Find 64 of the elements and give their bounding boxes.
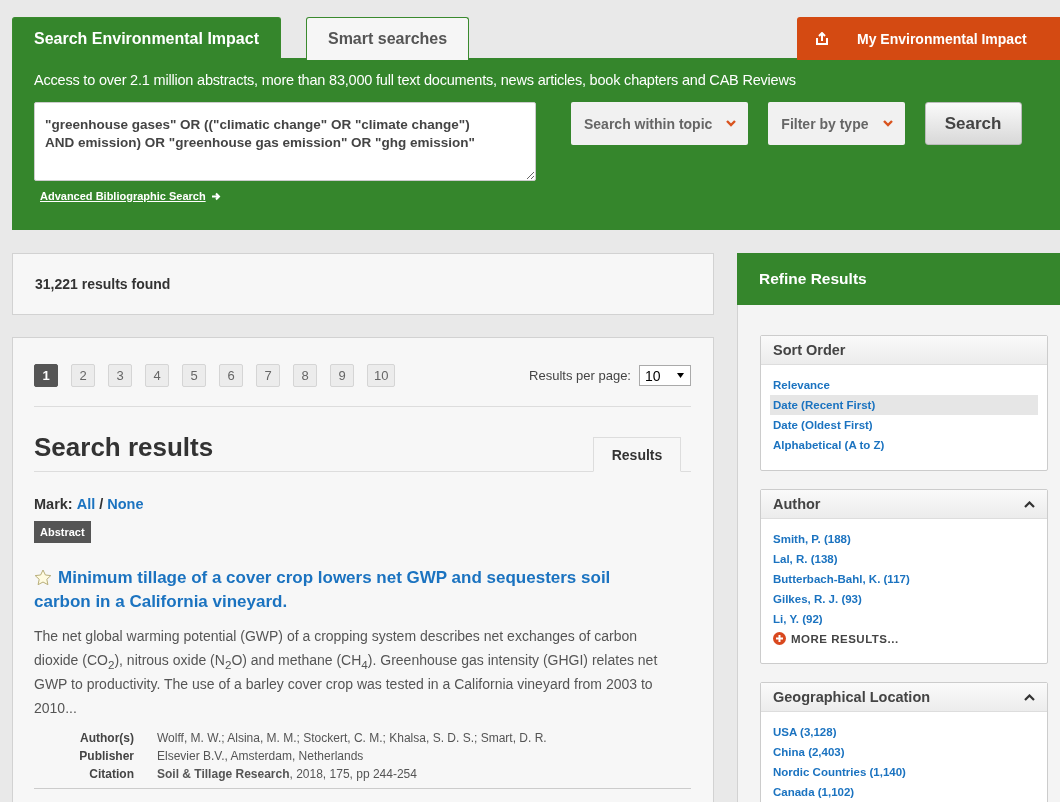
chevron-up-icon[interactable] [1024,500,1035,508]
caret-icon [726,119,737,128]
mark-none-link[interactable]: None [107,496,144,512]
field-label: Citation [88,767,134,781]
mark-label: Mark: [34,496,73,512]
sort-option[interactable]: Date (Recent First) [770,395,1038,415]
field-value: Soil & Tillage Research, 2018, 175, pp 244-254 [157,767,418,781]
page-button[interactable]: 1 [34,364,58,387]
advanced-search-link[interactable]: Advanced Bibliographic Search [40,190,206,202]
query-field[interactable]: "greenhouse gases" OR (("climatic change" OR "climate change") AND emission) OR "greenhouse gas emission" OR "ghg emission" [34,102,536,181]
results-count: 31,221 results found [35,276,171,292]
arrow-right-icon [211,191,221,201]
field-label: Author(s) [79,731,134,745]
abstract-tag: Abstract [34,521,91,543]
sort-option[interactable]: Date (Oldest First) [770,415,1038,435]
page-button[interactable]: 9 [330,364,354,387]
filter-title: Author [773,496,821,512]
caret-icon [882,119,893,128]
topic-select[interactable]: Search within topic [571,102,749,145]
facet-link[interactable]: Nordic Countries (1,140) [770,762,1038,782]
filter-title: Geographical Location [773,689,931,705]
facet-link[interactable]: Canada (1,102) [770,782,1038,802]
abstract-text: The net global warming potential (GWP) of a cropping system describes net exchanges of carbon dioxide (CO$_{2}$), nitrous oxide (N$_{2}$O) and methane (CH$_{4}$). Greenhouse gas intensity (GHGI) relates net GWP to productivity. The use of a barley cover crop was tested in a California vineyard from 2003 to 2010... [34,627,659,718]
more-results-link[interactable]: MORE RESULTS... [770,629,1038,648]
page-button[interactable]: 8 [293,364,317,387]
filter-title: Sort Order [773,342,846,358]
page-button[interactable]: 7 [256,364,280,387]
facet-link[interactable]: Gilkes, R. J. (93) [770,589,1038,609]
intro-text: Access to over 2.1 million abstracts, more than 83,000 full text documents, news articles, book chapters and CAB Reviews [34,72,797,88]
page-button[interactable]: 6 [219,364,243,387]
facet-link[interactable]: Li, Y. (92) [770,609,1038,629]
search-button[interactable]: Search [924,102,1022,145]
dropdown-icon [677,373,684,378]
record-title-link[interactable]: Minimum tillage of a cover crop lowers net GWP and sequesters soil carbon in a California vineyard. [34,566,649,614]
field-value: Elsevier B.V., Amsterdam, Netherlands [157,749,365,763]
plus-circle-icon [773,632,786,645]
page-button[interactable]: 5 [182,364,206,387]
facet-link[interactable]: Butterbach-Bahl, K. (117) [770,569,1038,589]
mark-all-link[interactable]: All [76,496,96,512]
page-button[interactable]: 10 [367,364,396,387]
field-label: Publisher [78,749,134,763]
field-value: Wolff, M. W.; Alsina, M. M.; Stockert, C. M.; Khalsa, S. D. S.; Smart, D. R. [157,731,548,745]
account-tab[interactable]: My Environmental Impact [797,17,1060,60]
facet-link[interactable]: China (2,403) [770,742,1038,762]
sort-option[interactable]: Relevance [770,375,1038,395]
star-icon[interactable] [34,569,52,586]
facet-link[interactable]: USA (3,128) [770,722,1038,742]
type-select[interactable]: Filter by type [768,102,905,145]
tab[interactable]: Smart searches [305,17,470,60]
results-heading: Search results [34,432,214,463]
facet-link[interactable]: Lal, R. (138) [770,549,1038,569]
page-button[interactable]: 3 [108,364,132,387]
tab[interactable]: Search Environmental Impact [12,17,281,60]
per-page-select[interactable]: 10 [639,365,691,386]
page-button[interactable]: 4 [145,364,169,387]
results-tab[interactable]: Results [593,437,681,472]
facet-link[interactable]: Smith, P. (188) [770,529,1038,549]
upload-icon [815,31,829,46]
page-button[interactable]: 2 [71,364,95,387]
chevron-up-icon[interactable] [1024,693,1035,701]
refine-title: Refine Results [759,270,867,288]
separator: / [99,496,104,512]
per-page-label: Results per page: [529,368,631,383]
sort-option[interactable]: Alphabetical (A to Z) [770,435,1038,455]
